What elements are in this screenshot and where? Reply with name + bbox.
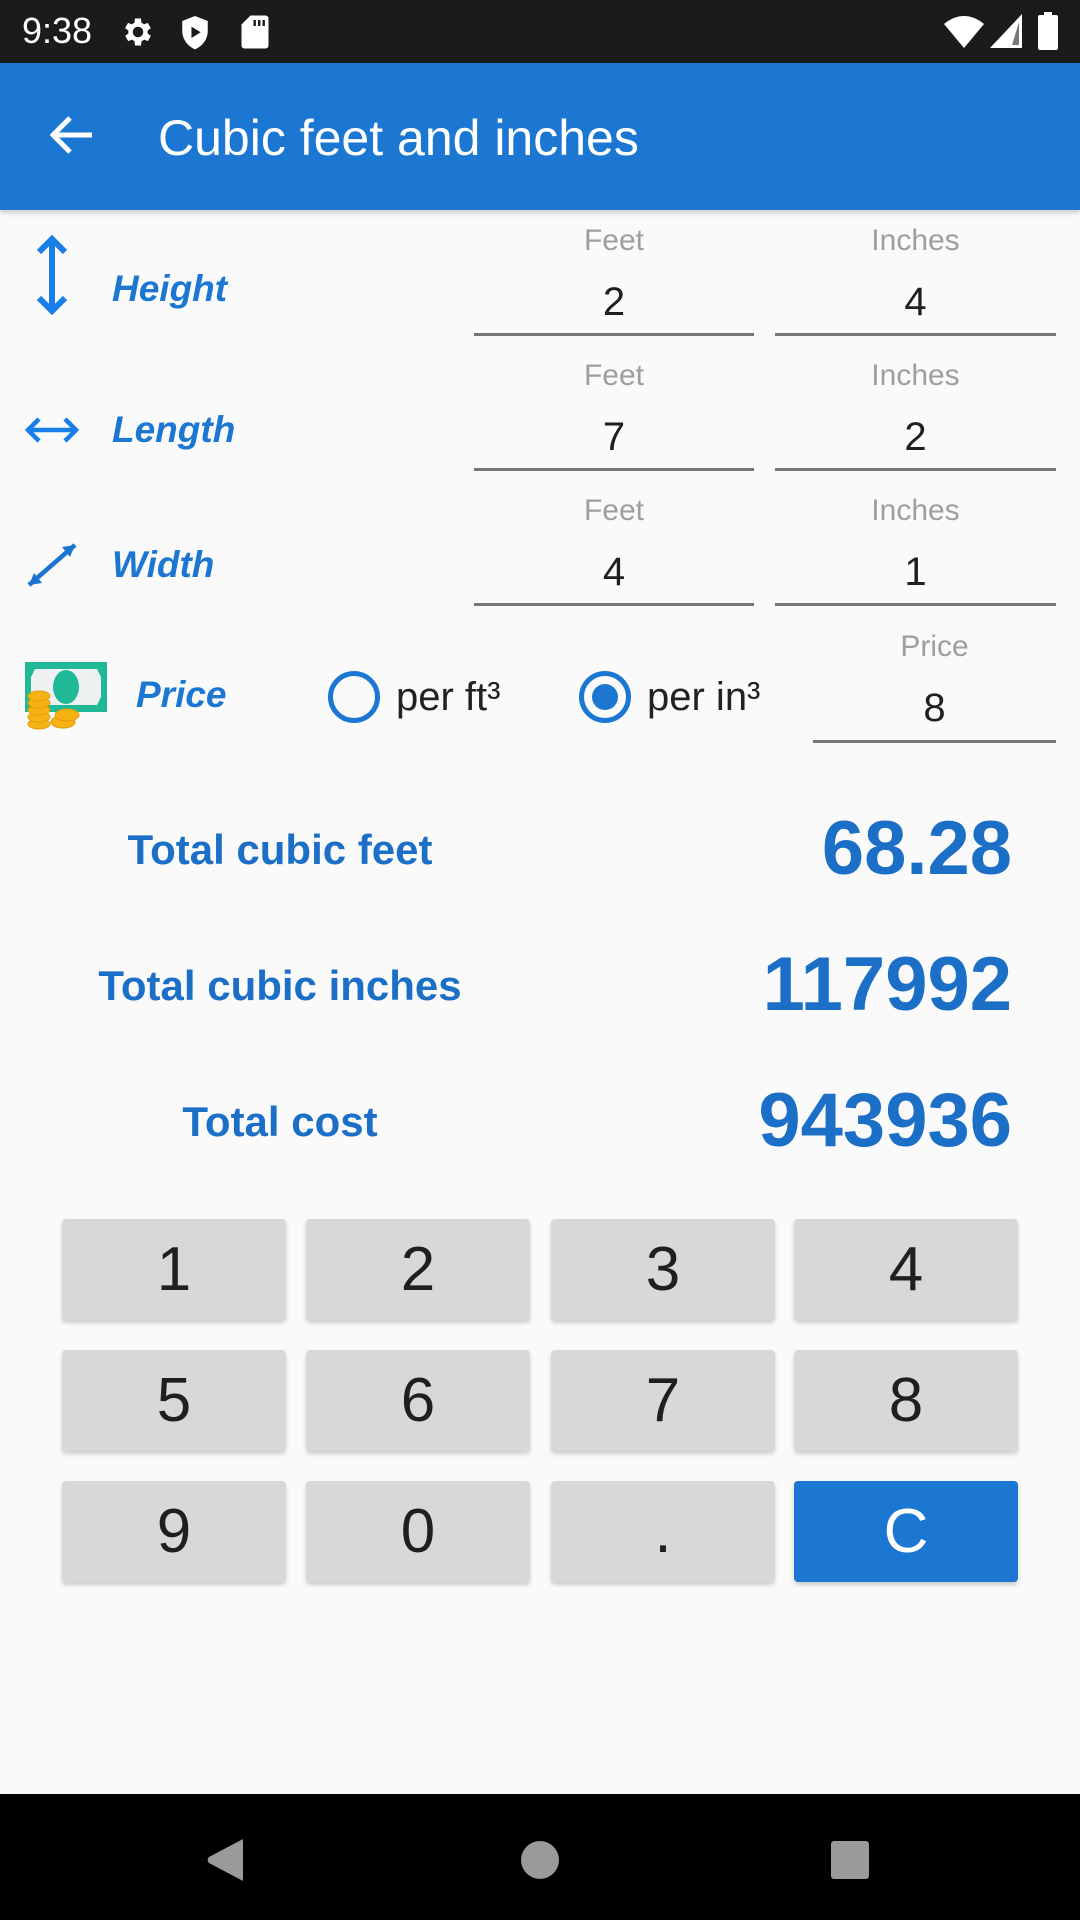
radio-per-cubic-inch[interactable]: per in³ — [579, 671, 760, 723]
total-cost-label: Total cost — [182, 1098, 378, 1145]
key-4[interactable]: 4 — [794, 1219, 1018, 1320]
total-cubic-inches-label: Total cubic inches — [98, 962, 462, 1009]
shield-play-icon — [178, 14, 212, 57]
diagonal-arrow-icon — [22, 535, 82, 595]
nav-back-button[interactable] — [195, 1832, 255, 1892]
nav-recents-button[interactable] — [820, 1832, 880, 1892]
key-2[interactable]: 2 — [306, 1219, 530, 1320]
length-inches-underline — [775, 468, 1056, 471]
price-field[interactable]: Price 8 — [813, 628, 1056, 744]
price-field-label: Price — [900, 630, 969, 663]
signal-icon — [990, 14, 1022, 53]
page-title: Cubic feet and inches — [158, 110, 639, 166]
key-5[interactable]: 5 — [62, 1350, 286, 1451]
key-9[interactable]: 9 — [62, 1481, 286, 1582]
total-cubic-inches-value: 117992 — [762, 942, 1012, 1027]
height-inches-field[interactable]: Inches 4 — [775, 222, 1056, 338]
height-feet-field[interactable]: Feet 2 — [474, 222, 754, 338]
key-0[interactable]: 0 — [306, 1481, 530, 1582]
money-icon — [25, 662, 107, 730]
length-feet-label: Feet — [583, 359, 645, 392]
total-cubic-feet-value: 68.28 — [821, 806, 1012, 891]
key-1[interactable]: 1 — [62, 1219, 286, 1320]
back-triangle-icon — [205, 1837, 245, 1888]
clear-button[interactable]: C — [794, 1481, 1018, 1582]
height-label: Height — [112, 268, 228, 309]
height-inches-label: Inches — [871, 224, 960, 257]
key-3[interactable]: 3 — [551, 1219, 775, 1320]
home-circle-icon — [520, 1840, 560, 1885]
radio-dot — [592, 684, 618, 710]
width-inches-input[interactable]: 1 — [775, 550, 1056, 595]
horizontal-arrow-icon — [22, 400, 82, 460]
height-feet-input[interactable]: 2 — [474, 280, 754, 325]
height-feet-underline — [474, 333, 754, 336]
vertical-arrow-icon — [22, 235, 82, 315]
width-feet-label: Feet — [583, 494, 645, 527]
price-underline — [813, 740, 1056, 743]
radio-button-checked[interactable] — [579, 671, 631, 723]
height-inches-underline — [775, 333, 1056, 336]
width-inches-underline — [775, 603, 1056, 606]
length-inches-label: Inches — [871, 359, 960, 392]
length-inches-field[interactable]: Inches 2 — [775, 357, 1056, 473]
width-feet-underline — [474, 603, 754, 606]
status-time: 9:38 — [22, 10, 93, 51]
app-bar: Cubic feet and inches — [0, 63, 1080, 210]
key-decimal[interactable]: . — [551, 1481, 775, 1582]
navigation-bar — [0, 1794, 1080, 1920]
arrow-left-icon — [49, 115, 94, 160]
total-cost-value: 943936 — [758, 1078, 1012, 1163]
status-bar: 9:38 — [0, 0, 1080, 63]
length-feet-field[interactable]: Feet 7 — [474, 357, 754, 473]
height-inches-input[interactable]: 4 — [775, 280, 1056, 325]
price-input[interactable]: 8 — [813, 686, 1056, 731]
width-label: Width — [112, 544, 215, 585]
battery-icon — [1038, 12, 1058, 55]
total-cubic-feet-label: Total cubic feet — [127, 826, 433, 873]
gear-icon — [120, 14, 156, 55]
length-inches-input[interactable]: 2 — [775, 415, 1056, 460]
width-feet-input[interactable]: 4 — [474, 550, 754, 595]
width-inches-field[interactable]: Inches 1 — [775, 492, 1056, 608]
recents-square-icon — [830, 1840, 870, 1885]
key-7[interactable]: 7 — [551, 1350, 775, 1451]
wifi-icon — [944, 16, 984, 53]
height-feet-label: Feet — [583, 224, 645, 257]
radio-per-cubic-foot-label: per ft³ — [396, 674, 501, 719]
sd-card-icon — [240, 14, 270, 55]
radio-per-cubic-foot[interactable]: per ft³ — [328, 671, 500, 723]
key-8[interactable]: 8 — [794, 1350, 1018, 1451]
length-label: Length — [112, 409, 236, 450]
back-button[interactable] — [40, 105, 104, 169]
length-feet-input[interactable]: 7 — [474, 415, 754, 460]
key-6[interactable]: 6 — [306, 1350, 530, 1451]
price-label: Price — [136, 674, 227, 715]
width-feet-field[interactable]: Feet 4 — [474, 492, 754, 608]
length-feet-underline — [474, 468, 754, 471]
radio-button-unchecked[interactable] — [328, 671, 380, 723]
nav-home-button[interactable] — [510, 1832, 570, 1892]
width-inches-label: Inches — [871, 494, 960, 527]
radio-per-cubic-inch-label: per in³ — [647, 674, 761, 719]
